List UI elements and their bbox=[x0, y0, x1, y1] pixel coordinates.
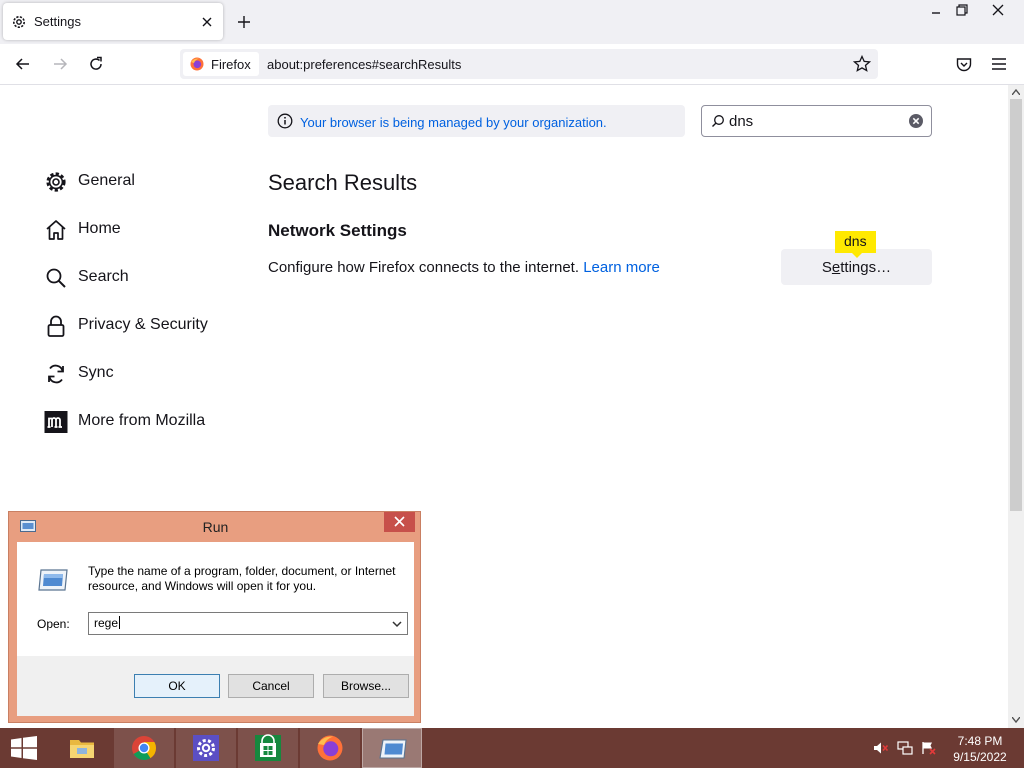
scroll-down-arrow-icon[interactable] bbox=[1012, 717, 1020, 723]
category-label: Search bbox=[78, 268, 129, 285]
tooltip-arrow bbox=[852, 253, 862, 258]
run-close-button[interactable] bbox=[384, 512, 415, 532]
run-dialog: Run Type the name of a program, folder, … bbox=[8, 511, 421, 723]
network-icon[interactable] bbox=[897, 741, 913, 755]
run-command-input[interactable]: rege bbox=[88, 612, 408, 635]
volume-muted-icon[interactable] bbox=[873, 741, 889, 755]
run-command-value: rege bbox=[94, 616, 121, 630]
chevron-down-icon[interactable] bbox=[391, 618, 403, 630]
windows-start-icon[interactable] bbox=[10, 736, 38, 760]
identity-box[interactable]: Firefox bbox=[183, 52, 259, 76]
preferences-search-input[interactable]: dns bbox=[701, 105, 932, 137]
scroll-up-arrow-icon[interactable] bbox=[1012, 89, 1020, 95]
cancel-button[interactable]: Cancel bbox=[228, 674, 314, 698]
pocket-icon[interactable] bbox=[955, 56, 973, 74]
url-text: about:preferences#searchResults bbox=[267, 57, 462, 72]
gear-icon bbox=[46, 172, 66, 192]
file-explorer-icon bbox=[70, 740, 94, 758]
clock-date[interactable]: 9/15/2022 bbox=[940, 750, 1020, 764]
store-icon bbox=[255, 734, 281, 761]
tab-title: Settings bbox=[34, 14, 81, 29]
category-more-from-mozilla[interactable]: More from Mozilla bbox=[44, 408, 254, 436]
home-icon bbox=[46, 220, 66, 240]
run-dialog-title: Run bbox=[202, 519, 229, 535]
taskbar-run[interactable] bbox=[362, 728, 422, 768]
category-general[interactable]: General bbox=[44, 168, 254, 196]
button-label-accesskey: e bbox=[831, 259, 841, 276]
tab-strip: Settings bbox=[0, 0, 1024, 44]
description-text: Configure how Firefox connects to the in… bbox=[268, 259, 580, 276]
reload-icon[interactable] bbox=[87, 55, 105, 73]
firefox-icon bbox=[317, 735, 343, 761]
mozilla-icon bbox=[44, 411, 68, 433]
run-command-text: rege bbox=[94, 616, 119, 630]
sync-icon bbox=[48, 364, 64, 384]
taskbar: 7:48 PM 9/15/2022 bbox=[0, 728, 1024, 768]
bookmark-star-icon[interactable] bbox=[853, 55, 871, 73]
category-label: Sync bbox=[78, 364, 114, 381]
taskbar-firefox[interactable] bbox=[300, 728, 360, 768]
firefox-icon bbox=[190, 57, 204, 71]
taskbar-chrome[interactable] bbox=[114, 728, 174, 768]
search-results-title: Search Results bbox=[268, 170, 418, 195]
run-dialog-body: Type the name of a program, folder, docu… bbox=[17, 542, 414, 716]
run-dialog-message: Type the name of a program, folder, docu… bbox=[88, 564, 396, 593]
taskbar-settings-app[interactable] bbox=[176, 728, 236, 768]
scrollbar-thumb[interactable] bbox=[1010, 99, 1022, 511]
restore-icon[interactable] bbox=[952, 2, 972, 18]
taskbar-store[interactable] bbox=[238, 728, 298, 768]
button-label-end: ttings… bbox=[840, 259, 892, 276]
search-highlight-tooltip: dns bbox=[835, 231, 876, 253]
category-privacy[interactable]: Privacy & Security bbox=[44, 312, 254, 340]
identity-label: Firefox bbox=[211, 57, 251, 72]
policy-notice[interactable]: Your browser is being managed by your or… bbox=[268, 105, 685, 137]
policy-notice-text: Your browser is being managed by your or… bbox=[300, 115, 607, 130]
clock-time[interactable]: 7:48 PM bbox=[940, 734, 1020, 748]
text-caret bbox=[119, 616, 121, 629]
url-bar[interactable]: Firefox about:preferences#searchResults bbox=[180, 49, 878, 79]
network-settings-button-label: Settings… bbox=[781, 259, 932, 276]
chrome-icon bbox=[132, 736, 156, 761]
run-program-icon bbox=[38, 569, 68, 591]
settings-app-icon bbox=[193, 735, 219, 761]
forward-icon[interactable] bbox=[51, 55, 69, 73]
gear-icon bbox=[13, 16, 25, 28]
run-dialog-panel: Type the name of a program, folder, docu… bbox=[17, 542, 414, 656]
learn-more-link[interactable]: Learn more bbox=[583, 259, 660, 276]
category-label: Home bbox=[78, 220, 121, 237]
search-icon bbox=[712, 115, 724, 127]
category-label: Privacy & Security bbox=[78, 316, 208, 333]
lock-icon bbox=[47, 315, 65, 337]
open-label: Open: bbox=[37, 617, 70, 631]
minimize-icon[interactable] bbox=[926, 4, 946, 18]
close-tab-icon[interactable] bbox=[200, 15, 214, 29]
tab-settings[interactable]: Settings bbox=[3, 3, 223, 40]
action-center-flag-icon[interactable] bbox=[921, 741, 937, 755]
browse-button[interactable]: Browse... bbox=[323, 674, 409, 698]
ok-button[interactable]: OK bbox=[134, 674, 220, 698]
window-close-icon[interactable] bbox=[988, 2, 1008, 18]
category-search[interactable]: Search bbox=[44, 264, 254, 292]
network-settings-description: Configure how Firefox connects to the in… bbox=[268, 259, 660, 276]
vertical-scrollbar[interactable] bbox=[1008, 85, 1024, 728]
hamburger-menu-icon[interactable] bbox=[991, 57, 1007, 71]
back-icon[interactable] bbox=[14, 55, 32, 73]
navigation-toolbar: Firefox about:preferences#searchResults bbox=[0, 44, 1024, 85]
button-label-start: S bbox=[821, 259, 832, 276]
taskbar-file-explorer[interactable] bbox=[52, 728, 112, 768]
network-settings-heading: Network Settings bbox=[268, 221, 407, 240]
category-sync[interactable]: Sync bbox=[44, 360, 254, 388]
close-icon bbox=[394, 516, 405, 527]
search-value: dns bbox=[729, 113, 754, 130]
info-icon bbox=[277, 113, 293, 129]
category-label: General bbox=[78, 172, 135, 189]
run-icon bbox=[379, 739, 407, 759]
new-tab-icon[interactable] bbox=[236, 14, 252, 30]
clear-search-icon[interactable] bbox=[908, 113, 924, 129]
search-icon bbox=[46, 268, 66, 288]
category-home[interactable]: Home bbox=[44, 216, 254, 244]
category-label: More from Mozilla bbox=[78, 412, 206, 429]
